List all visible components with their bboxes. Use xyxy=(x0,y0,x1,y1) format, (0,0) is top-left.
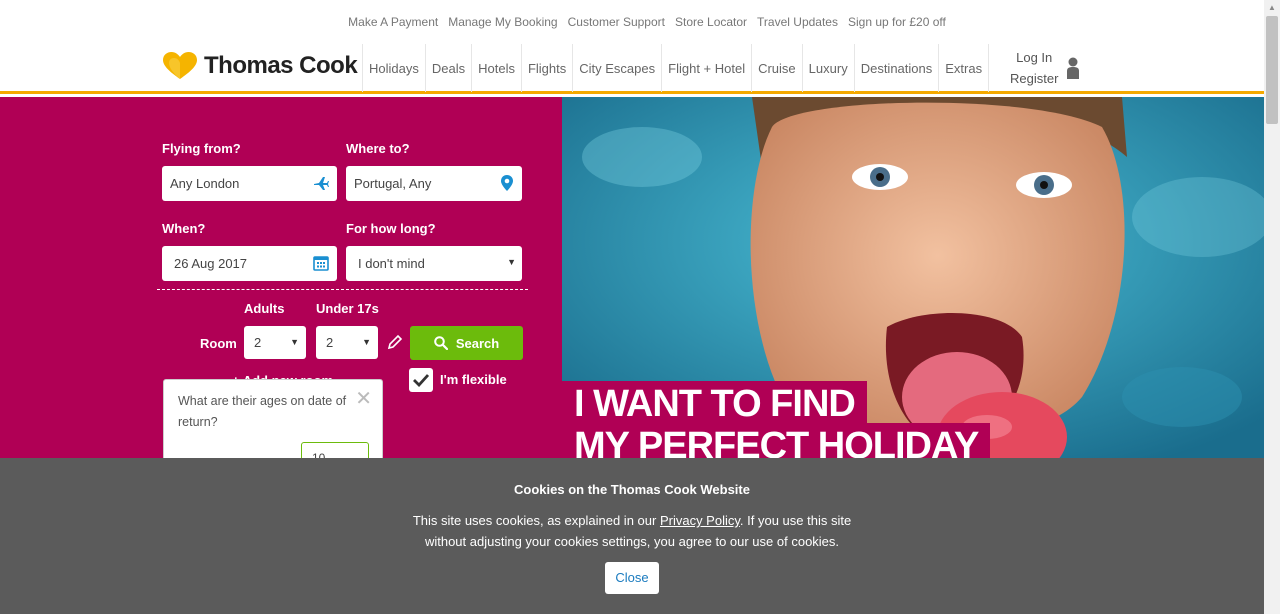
nav-extras[interactable]: Extras xyxy=(938,44,990,92)
utility-links: Make A Payment Manage My Booking Custome… xyxy=(0,0,1264,44)
date-value: 26 Aug 2017 xyxy=(174,256,248,271)
nav-deals[interactable]: Deals xyxy=(424,44,471,92)
adults-select[interactable]: 2 ▼ xyxy=(244,326,306,359)
adults-label: Adults xyxy=(244,301,285,316)
logo[interactable]: Thomas Cook xyxy=(162,52,358,80)
chevron-down-icon: ▼ xyxy=(362,337,371,347)
location-pin-icon xyxy=(501,175,513,191)
divider xyxy=(157,289,528,290)
search-button[interactable]: Search xyxy=(410,326,523,360)
pencil-icon[interactable] xyxy=(387,334,403,350)
under17-value: 2 xyxy=(326,335,334,350)
room-label: Room xyxy=(200,336,237,351)
util-link-manage-booking[interactable]: Manage My Booking xyxy=(448,15,557,29)
date-input[interactable]: 26 Aug 2017 xyxy=(162,246,337,281)
adults-value: 2 xyxy=(254,335,262,350)
cookie-text-after: . If you use this site xyxy=(739,513,852,528)
search-button-label: Search xyxy=(455,335,500,351)
chevron-down-icon: ▼ xyxy=(507,257,516,267)
where-to-value: Portugal, Any xyxy=(354,176,432,191)
search-icon xyxy=(434,336,448,350)
scroll-thumb[interactable] xyxy=(1266,16,1278,124)
scroll-up-icon[interactable]: ▲ xyxy=(1264,0,1280,16)
nav-hotels[interactable]: Hotels xyxy=(471,44,521,92)
calendar-icon xyxy=(313,256,329,271)
close-icon[interactable]: ✕ xyxy=(355,386,372,411)
chevron-down-icon: ▼ xyxy=(290,337,299,347)
heart-logo-icon xyxy=(163,52,197,79)
cookie-title: Cookies on the Thomas Cook Website xyxy=(514,482,750,497)
flying-from-input[interactable]: Any London xyxy=(162,166,337,201)
cookie-text-before: This site uses cookies, as explained in … xyxy=(412,513,660,528)
nav-cruise[interactable]: Cruise xyxy=(751,44,802,92)
nav-holidays[interactable]: Holidays xyxy=(362,44,425,92)
where-to-input[interactable]: Portugal, Any xyxy=(346,166,522,201)
main-nav: Holidays Deals Hotels Flights City Escap… xyxy=(362,44,990,92)
nav-city-escapes[interactable]: City Escapes xyxy=(572,44,661,92)
cookie-banner: Cookies on the Thomas Cook Website This … xyxy=(0,458,1264,614)
flying-from-label: Flying from? xyxy=(162,141,241,156)
cookie-text-line2: without adjusting your cookies settings,… xyxy=(424,534,840,549)
util-link-signup[interactable]: Sign up for £20 off xyxy=(848,15,946,29)
login-link[interactable]: Log In xyxy=(1016,47,1052,68)
register-link[interactable]: Register xyxy=(1010,68,1058,89)
util-link-travel-updates[interactable]: Travel Updates xyxy=(757,15,838,29)
duration-label: For how long? xyxy=(346,221,436,236)
util-link-store-locator[interactable]: Store Locator xyxy=(675,15,747,29)
hero-headline-line1: I WANT TO FIND xyxy=(562,381,867,427)
account-area: Log In Register xyxy=(1010,44,1080,92)
logo-text: Thomas Cook xyxy=(204,52,358,79)
nav-flight-hotel[interactable]: Flight + Hotel xyxy=(661,44,751,92)
site-header: Thomas Cook Holidays Deals Hotels Flight… xyxy=(0,44,1264,94)
user-icon[interactable] xyxy=(1066,57,1080,79)
util-link-payment[interactable]: Make A Payment xyxy=(348,15,438,29)
scrollbar[interactable]: ▲ xyxy=(1264,0,1280,614)
flying-from-value: Any London xyxy=(170,176,240,191)
flexible-checkbox[interactable] xyxy=(409,368,433,392)
search-panel: Flying from? Any London Where to? Portug… xyxy=(0,97,562,479)
when-label: When? xyxy=(162,221,206,236)
util-link-customer-support[interactable]: Customer Support xyxy=(568,15,665,29)
cookie-close-button[interactable]: Close xyxy=(605,562,659,594)
nav-destinations[interactable]: Destinations xyxy=(853,44,939,92)
nav-luxury[interactable]: Luxury xyxy=(801,44,854,92)
ages-prompt: What are their ages on date of return? xyxy=(178,394,347,429)
under17-select[interactable]: 2 ▼ xyxy=(316,326,378,359)
where-to-label: Where to? xyxy=(346,141,410,156)
flexible-label: I'm flexible xyxy=(440,372,507,387)
checkmark-icon xyxy=(413,374,429,387)
cookie-text: This site uses cookies, as explained in … xyxy=(0,510,1264,552)
duration-select[interactable]: I don't mind ▼ xyxy=(346,246,522,281)
under17-label: Under 17s xyxy=(316,301,379,316)
plane-icon xyxy=(314,177,329,190)
privacy-policy-link[interactable]: Privacy Policy xyxy=(660,513,740,528)
nav-flights[interactable]: Flights xyxy=(520,44,572,92)
duration-value: I don't mind xyxy=(358,256,425,271)
